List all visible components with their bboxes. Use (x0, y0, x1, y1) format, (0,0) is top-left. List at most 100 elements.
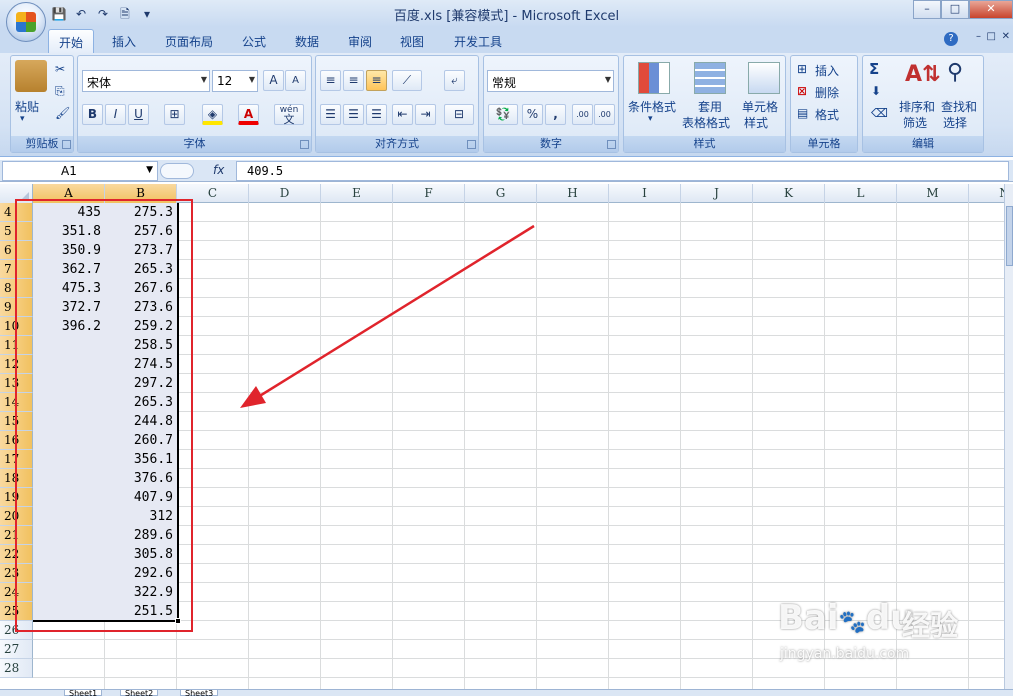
table-format-icon[interactable] (694, 62, 726, 94)
office-button[interactable] (6, 2, 46, 42)
percent-button[interactable]: % (522, 104, 543, 125)
tab-view[interactable]: 视图 (390, 29, 434, 53)
number-launcher-icon[interactable] (607, 140, 616, 149)
cell-style-label-2[interactable]: 样式 (744, 114, 768, 131)
conditional-format-dropdown-icon[interactable]: ▾ (648, 114, 653, 124)
tab-page-layout[interactable]: 页面布局 (155, 29, 223, 53)
find-select-label-1[interactable]: 查找和 (941, 98, 977, 115)
merge-center-icon[interactable]: ⊟ (444, 104, 474, 125)
insert-cells-button[interactable]: 插入 (815, 62, 839, 79)
copy-icon[interactable]: ⎘ (55, 84, 65, 99)
formula-bar-resize-handle[interactable] (160, 163, 194, 179)
column-header-j[interactable]: J (681, 184, 753, 203)
sort-filter-icon[interactable]: A⇅ (905, 62, 940, 94)
increase-indent-icon[interactable]: ⇥ (415, 104, 436, 125)
find-select-label-2[interactable]: 选择 (943, 114, 967, 131)
find-select-icon[interactable]: ⚲ (947, 60, 979, 92)
fill-color-icon[interactable]: ◈ (202, 104, 223, 125)
column-header-n[interactable]: N (969, 184, 1004, 203)
format-cells-icon[interactable]: ▤ (797, 106, 808, 120)
align-middle-icon[interactable]: ≡ (343, 70, 364, 91)
name-box[interactable]: A1 ▼ (2, 161, 158, 181)
column-header-l[interactable]: L (825, 184, 897, 203)
underline-button[interactable]: U (128, 104, 149, 125)
column-header-h[interactable]: H (537, 184, 609, 203)
paste-dropdown-icon[interactable]: ▾ (20, 114, 25, 124)
font-name-select[interactable]: 宋体 ▼ (82, 70, 210, 92)
minimize-button[interactable]: – (913, 0, 941, 19)
wrap-text-icon[interactable]: ⤶ (444, 70, 465, 91)
workbook-minimize-icon[interactable]: – (976, 31, 981, 42)
tab-insert[interactable]: 插入 (102, 29, 146, 53)
column-header-f[interactable]: F (393, 184, 465, 203)
vertical-scrollbar[interactable] (1004, 184, 1013, 689)
sheet-tab-3[interactable]: Sheet3 (180, 689, 219, 696)
font-launcher-icon[interactable] (300, 140, 309, 149)
tab-formulas[interactable]: 公式 (232, 29, 276, 53)
insert-cells-icon[interactable]: ⊞ (797, 62, 807, 76)
cell-style-icon[interactable] (748, 62, 780, 94)
clear-icon[interactable]: ⌫ (871, 106, 888, 120)
shrink-font-button[interactable]: A (285, 70, 306, 91)
formula-input[interactable]: 409.5 (236, 161, 1009, 181)
align-left-icon[interactable]: ☰ (320, 104, 341, 125)
autosum-button[interactable]: Σ (869, 60, 879, 78)
number-format-select[interactable]: 常规 ▼ (487, 70, 614, 92)
scrollbar-thumb[interactable] (1006, 206, 1013, 266)
restore-button[interactable]: □ (941, 0, 969, 19)
comma-button[interactable]: , (545, 104, 566, 125)
border-icon[interactable]: ⊞ (164, 104, 185, 125)
sort-filter-label-1[interactable]: 排序和 (899, 98, 935, 115)
row-header-28[interactable]: 28 (0, 659, 33, 678)
help-icon[interactable]: ? (944, 32, 958, 46)
column-header-k[interactable]: K (753, 184, 825, 203)
format-cells-button[interactable]: 格式 (815, 106, 839, 123)
delete-cells-button[interactable]: 删除 (815, 84, 839, 101)
tab-home[interactable]: 开始 (48, 29, 95, 53)
decrease-indent-icon[interactable]: ⇤ (392, 104, 413, 125)
sort-filter-label-2[interactable]: 筛选 (903, 114, 927, 131)
phonetic-button[interactable]: wén 文 (274, 104, 304, 125)
column-header-i[interactable]: I (609, 184, 681, 203)
sheet-tab-2[interactable]: Sheet2 (120, 689, 159, 696)
align-top-icon[interactable]: ≡ (320, 70, 341, 91)
font-size-select[interactable]: 12 ▼ (212, 70, 258, 92)
column-header-g[interactable]: G (465, 184, 537, 203)
tab-review[interactable]: 审阅 (338, 29, 382, 53)
close-button[interactable]: ✕ (969, 0, 1013, 19)
insert-function-button[interactable]: fx (213, 163, 224, 177)
format-painter-icon[interactable]: 🖌 (55, 106, 70, 120)
cut-icon[interactable]: ✂ (55, 62, 65, 76)
paste-icon[interactable] (15, 60, 47, 92)
conditional-format-button[interactable]: 条件格式 (628, 98, 676, 115)
decrease-decimal-button[interactable]: .00 (594, 104, 615, 125)
font-color-button[interactable]: A (238, 104, 259, 125)
currency-icon[interactable]: 💱 (488, 104, 518, 125)
increase-decimal-button[interactable]: .00 (572, 104, 593, 125)
cell-style-label-1[interactable]: 单元格 (742, 98, 778, 115)
row-header-27[interactable]: 27 (0, 640, 33, 659)
paste-button[interactable]: 粘贴 (15, 98, 39, 115)
column-header-d[interactable]: D (249, 184, 321, 203)
tab-data[interactable]: 数据 (285, 29, 329, 53)
workbook-restore-icon[interactable]: □ (987, 31, 996, 42)
clipboard-launcher-icon[interactable] (62, 140, 71, 149)
fill-icon[interactable]: ⬇ (871, 84, 881, 98)
workbook-close-icon[interactable]: ✕ (1002, 31, 1010, 42)
column-header-e[interactable]: E (321, 184, 393, 203)
table-format-label-1[interactable]: 套用 (698, 98, 722, 115)
column-header-m[interactable]: M (897, 184, 969, 203)
orientation-icon[interactable]: ⟋ (392, 70, 422, 91)
tab-developer[interactable]: 开发工具 (444, 29, 512, 53)
table-format-label-2[interactable]: 表格格式 (682, 114, 730, 131)
italic-button[interactable]: I (105, 104, 126, 125)
bold-button[interactable]: B (82, 104, 103, 125)
alignment-launcher-icon[interactable] (467, 140, 476, 149)
align-right-icon[interactable]: ☰ (366, 104, 387, 125)
align-bottom-icon[interactable]: ≡ (366, 70, 387, 91)
conditional-format-icon[interactable] (638, 62, 670, 94)
grow-font-button[interactable]: A (263, 70, 284, 91)
sheet-tab-1[interactable]: Sheet1 (64, 689, 103, 696)
align-center-icon[interactable]: ☰ (343, 104, 364, 125)
delete-cells-icon[interactable]: ⊠ (797, 84, 807, 98)
